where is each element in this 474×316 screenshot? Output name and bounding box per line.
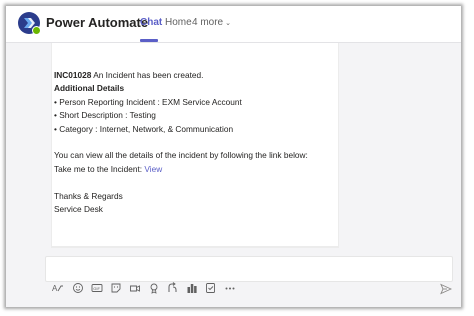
detail-person-reporting: • Person Reporting Incident : EXM Servic… — [54, 96, 242, 107]
more-icon[interactable] — [224, 282, 236, 294]
approvals-icon[interactable] — [205, 282, 217, 294]
stream-icon[interactable] — [186, 282, 198, 294]
schedule-meeting-icon[interactable] — [129, 282, 141, 294]
incident-id: INC01028 — [54, 70, 92, 80]
power-automate-app-icon[interactable] — [18, 12, 41, 35]
details-heading-text: Additional Details — [54, 83, 125, 94]
send-icon[interactable] — [440, 282, 453, 295]
view-details-text: You can view all the details of the inci… — [54, 150, 308, 161]
sticker-icon[interactable] — [110, 282, 122, 294]
tab-home[interactable]: Home — [165, 17, 192, 28]
gif-icon[interactable]: GIF — [91, 282, 103, 294]
take-me-line: Take me to the Incident: View — [54, 163, 308, 176]
tab-chat[interactable]: Chat — [140, 17, 162, 28]
chevron-down-icon: ⌄ — [225, 20, 231, 27]
incident-created-text: An Incident has been created. — [91, 70, 204, 80]
app-header: Power Automate Chat Home 4 more ⌄ — [6, 6, 461, 43]
emoji-icon[interactable] — [72, 282, 84, 294]
praise-icon[interactable] — [148, 282, 160, 294]
signature-text: Service Desk — [54, 203, 103, 214]
details-heading: Additional Details — [54, 82, 308, 95]
detail-short-description: • Short Description : Testing — [54, 110, 156, 121]
take-me-text: Take me to the Incident: — [54, 163, 145, 174]
incident-message: INC01028 An Incident has been created. A… — [54, 69, 308, 216]
svg-text:GIF: GIF — [93, 286, 100, 291]
active-tab-indicator — [140, 39, 158, 42]
presence-available-icon — [32, 26, 41, 35]
detail-category: • Category : Internet, Network, & Commun… — [54, 123, 234, 134]
view-incident-link[interactable]: View — [144, 164, 162, 174]
app-title: Power Automate — [46, 15, 149, 30]
incident-created-line: INC01028 An Incident has been created. — [54, 69, 308, 82]
compose-box[interactable] — [45, 256, 453, 282]
signoff-text: Thanks & Regards — [54, 190, 123, 201]
tab-more-label: 4 more — [192, 17, 224, 28]
format-icon[interactable]: A — [52, 282, 64, 294]
tab-more[interactable]: 4 more ⌄ — [192, 17, 231, 28]
loop-icon[interactable] — [167, 282, 179, 294]
svg-text:A: A — [52, 284, 58, 293]
